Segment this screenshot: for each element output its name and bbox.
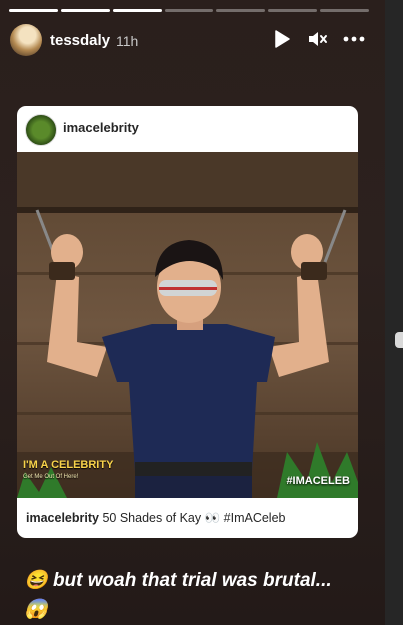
progress-segment [112, 9, 162, 12]
progress-segment [268, 9, 318, 12]
progress-segment [164, 9, 214, 12]
laughing-emoji: 😆 [24, 570, 48, 591]
screaming-emoji: 😱 [24, 599, 48, 620]
story-caption: 😆 but woah that trial was brutal...😱 [24, 566, 354, 624]
next-story-edge [385, 0, 403, 625]
play-icon[interactable] [271, 28, 293, 50]
post-caption: imacelebrity 50 Shades of Kay 👀 #ImACele… [17, 498, 358, 538]
post-caption-text: 50 Shades of Kay 👀 #ImACeleb [102, 511, 286, 525]
mute-icon[interactable] [307, 28, 329, 50]
post-username[interactable]: imacelebrity [63, 120, 139, 135]
avatar[interactable] [10, 24, 42, 56]
story-controls [271, 28, 365, 50]
post-avatar[interactable] [25, 114, 57, 146]
shared-post-card[interactable]: imacelebrity I'M A CELEBRITY Get Me Out … [17, 106, 358, 538]
progress-segment [60, 9, 110, 12]
story-timestamp: 11h [116, 33, 139, 49]
progress-segment [216, 9, 266, 12]
progress-segment [9, 9, 58, 12]
more-icon[interactable] [343, 28, 365, 50]
story-progress-bar [9, 9, 370, 12]
story-header: tessdaly 11h [10, 24, 375, 58]
post-image: I'M A CELEBRITY Get Me Out Of Here! #IMA… [17, 152, 358, 498]
post-caption-username[interactable]: imacelebrity [26, 511, 99, 525]
story-username[interactable]: tessdaly [50, 32, 110, 49]
story-caption-text: but woah that trial was brutal... [52, 570, 332, 591]
progress-segment [320, 9, 370, 12]
hashtag-overlay: #IMACELEB [286, 475, 350, 487]
post-header: imacelebrity [17, 106, 358, 152]
next-story-handle[interactable] [395, 332, 403, 348]
story-view: tessdaly 11h imacelebrity I'M A CELEBRIT… [0, 0, 385, 625]
show-logo: I'M A CELEBRITY Get Me Out Of Here! [23, 459, 114, 481]
